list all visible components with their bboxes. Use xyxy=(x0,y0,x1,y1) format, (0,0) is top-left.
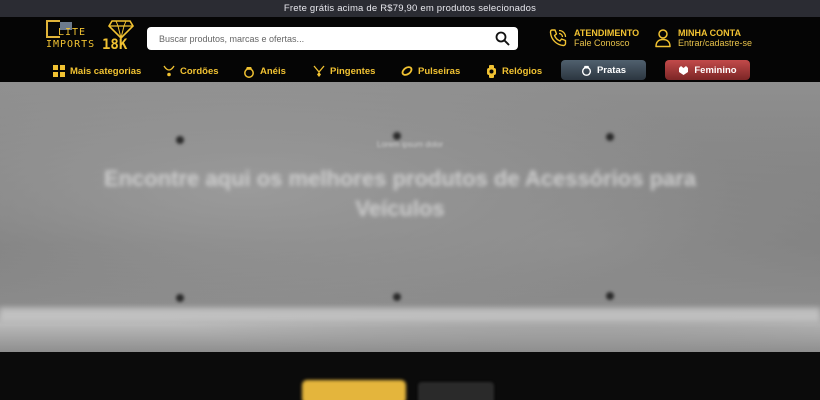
nav-item-relogios[interactable]: Relógios xyxy=(486,65,542,78)
search-box xyxy=(147,27,518,50)
grid-icon xyxy=(53,65,65,77)
nav-item-pingentes[interactable]: Pingentes xyxy=(313,65,375,77)
category-nav: Mais categorias Cordões Anéis Pingentes … xyxy=(0,59,820,82)
pratas-label: Pratas xyxy=(596,64,627,76)
site-header: LITE IMPORTS 18K ATENDIMENTO Fale Conosc… xyxy=(0,17,820,59)
lower-section xyxy=(0,352,820,400)
logo-badge: 18K xyxy=(102,37,128,53)
decor-dot xyxy=(606,292,614,300)
decor-dot xyxy=(393,293,401,301)
decor-dot xyxy=(393,132,401,140)
nav-item-aneis[interactable]: Anéis xyxy=(243,65,286,78)
decor-dot xyxy=(176,294,184,302)
pendant-icon xyxy=(313,65,325,77)
promo-bar: Frete grátis acima de R$79,90 em produto… xyxy=(0,0,820,17)
female-icon xyxy=(679,65,689,75)
account-title: MINHA CONTA xyxy=(678,28,741,38)
nav-item-label: Cordões xyxy=(180,65,219,77)
user-icon xyxy=(655,29,671,48)
feminino-button[interactable]: Feminino xyxy=(665,60,750,80)
watch-icon xyxy=(487,65,496,78)
ring-icon xyxy=(581,65,592,76)
account-link[interactable]: MINHA CONTA Entrar/cadastre-se xyxy=(654,28,752,48)
nav-item-label: Relógios xyxy=(502,66,543,77)
account-subtitle: Entrar/cadastre-se xyxy=(678,38,753,48)
nav-item-pulseiras[interactable]: Pulseiras xyxy=(401,65,460,77)
primary-tab-button[interactable] xyxy=(302,380,406,400)
brand-logo[interactable]: LITE IMPORTS 18K xyxy=(44,19,136,57)
secondary-tab-button[interactable] xyxy=(418,382,494,400)
nav-item-label: Pingentes xyxy=(330,65,376,77)
support-title: ATENDIMENTO xyxy=(574,28,640,38)
logo-text-line2: IMPORTS xyxy=(46,39,96,50)
support-link[interactable]: ATENDIMENTO Fale Conosco xyxy=(548,28,639,48)
search-input[interactable] xyxy=(147,27,477,50)
search-icon[interactable] xyxy=(495,31,510,46)
phone-icon xyxy=(549,29,567,47)
promo-text: Frete grátis acima de R$79,90 em produto… xyxy=(283,3,537,14)
nav-item-more-categories[interactable]: Mais categorias xyxy=(53,65,141,77)
nav-item-label: Anéis xyxy=(260,66,286,77)
pratas-button[interactable]: Pratas xyxy=(561,60,646,80)
nav-item-label: Pulseiras xyxy=(418,65,461,77)
ring-icon xyxy=(244,67,254,78)
logo-text-line1: LITE xyxy=(58,27,87,38)
nav-item-cordoes[interactable]: Cordões xyxy=(163,65,219,77)
hero-light-band xyxy=(0,308,820,322)
hero-banner[interactable]: Lorem ipsum dolor Encontre aqui os melho… xyxy=(0,82,820,352)
bracelet-icon xyxy=(401,66,413,76)
support-subtitle: Fale Conosco xyxy=(574,38,630,48)
nav-item-label: Mais categorias xyxy=(70,65,142,77)
diamond-icon xyxy=(108,20,134,39)
hero-title: Encontre aqui os melhores produtos de Ac… xyxy=(103,166,697,221)
feminino-label: Feminino xyxy=(694,64,737,76)
necklace-icon xyxy=(163,65,175,77)
hero-eyebrow: Lorem ipsum dolor xyxy=(376,140,444,149)
